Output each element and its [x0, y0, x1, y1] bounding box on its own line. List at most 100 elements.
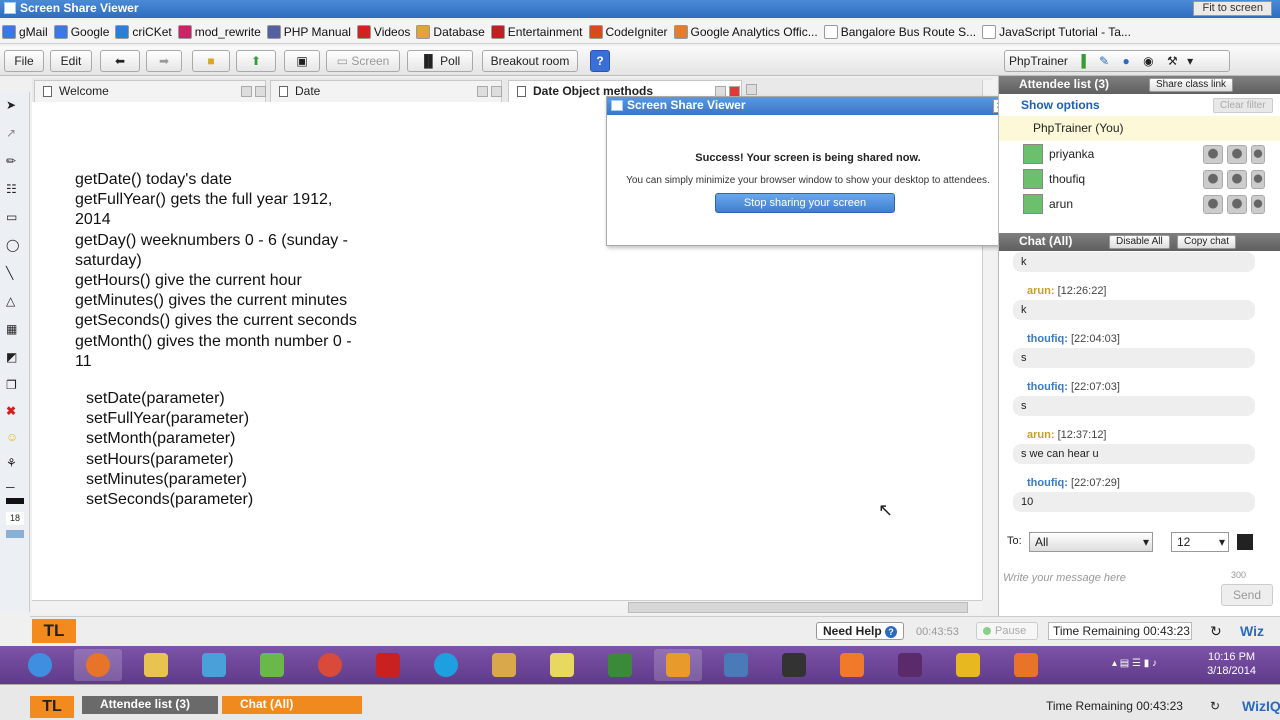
- attendee-row[interactable]: arun: [999, 192, 1280, 217]
- whiteboard-horizontal-scrollbar[interactable]: [32, 600, 982, 614]
- rectangle-tool-icon[interactable]: ▭: [6, 210, 24, 228]
- tab-menu-icon[interactable]: [477, 86, 488, 97]
- bookmark-item[interactable]: Database: [416, 24, 485, 39]
- show-options-link[interactable]: Show options: [1021, 98, 1100, 112]
- tab-menu-icon[interactable]: [241, 86, 252, 97]
- pen-toggle-icon[interactable]: [1251, 195, 1265, 214]
- edit-menu-button[interactable]: Edit: [50, 50, 92, 72]
- copy-chat-button[interactable]: Copy chat: [1177, 235, 1237, 249]
- scrollbar-thumb[interactable]: [628, 602, 968, 613]
- system-clock[interactable]: 10:16 PM 3/18/2014: [1207, 650, 1256, 678]
- taskbar-app[interactable]: [422, 649, 470, 681]
- taskbar-app[interactable]: [770, 649, 818, 681]
- screen-button[interactable]: ▭ Screen: [326, 50, 400, 72]
- tab-close-icon[interactable]: [491, 86, 502, 97]
- webcam-icon[interactable]: ◉: [1143, 54, 1153, 68]
- eraser-tool-icon[interactable]: ❐: [6, 378, 24, 396]
- table-tool-icon[interactable]: ▦: [6, 322, 24, 340]
- pen-toggle-icon[interactable]: [1251, 170, 1265, 189]
- tab-close-icon[interactable]: [255, 86, 266, 97]
- redo-button[interactable]: ➡: [146, 50, 182, 72]
- upload-button[interactable]: ⬆: [236, 50, 276, 72]
- taskbar-app[interactable]: [596, 649, 644, 681]
- bookmark-item[interactable]: Google: [53, 24, 109, 39]
- recipient-select[interactable]: All ▾: [1029, 532, 1153, 552]
- help-button[interactable]: ?: [590, 50, 610, 72]
- bookmark-item[interactable]: Bangalore Bus Route S...: [823, 24, 976, 39]
- taskbar-app[interactable]: [132, 649, 180, 681]
- taskbar-app[interactable]: [480, 649, 528, 681]
- taskbar-app[interactable]: [364, 649, 412, 681]
- fill-tool-icon[interactable]: ⚘: [6, 456, 24, 474]
- taskbar-app[interactable]: [944, 649, 992, 681]
- line-weight-icon[interactable]: ─: [6, 480, 24, 498]
- brush-size-value[interactable]: 18: [6, 512, 24, 525]
- text-tool-icon[interactable]: ☷: [6, 182, 24, 200]
- taskbar-app[interactable]: [16, 649, 64, 681]
- taskbar-app[interactable]: [74, 649, 122, 681]
- attendee-list-tab[interactable]: Attendee list (3): [82, 696, 218, 714]
- taskbar-app[interactable]: [654, 649, 702, 681]
- taskbar-app[interactable]: [1002, 649, 1050, 681]
- color-swatch[interactable]: [6, 498, 24, 504]
- taskbar-app[interactable]: [886, 649, 934, 681]
- smiley-tool-icon[interactable]: ☺: [6, 430, 24, 448]
- need-help-button[interactable]: Need Help ?: [816, 622, 905, 640]
- open-folder-button[interactable]: ■: [192, 50, 230, 72]
- dropdown-icon[interactable]: ▾: [1187, 54, 1193, 68]
- tray-icons[interactable]: ▴ ▤ ☰ ▮ ♪: [1112, 658, 1157, 669]
- add-tab-icon[interactable]: [746, 84, 757, 95]
- record-button[interactable]: ▣: [284, 50, 320, 72]
- attendee-row[interactable]: priyanka: [999, 142, 1280, 167]
- microphone-icon[interactable]: ●: [1123, 54, 1130, 68]
- taskbar-app[interactable]: [248, 649, 296, 681]
- taskbar-app[interactable]: [190, 649, 238, 681]
- tab-date[interactable]: Date: [270, 80, 502, 102]
- ellipse-tool-icon[interactable]: ◯: [6, 238, 24, 256]
- file-menu-button[interactable]: File: [4, 50, 44, 72]
- bookmark-item[interactable]: Google Analytics Offic...: [673, 24, 818, 39]
- font-size-select[interactable]: 12 ▾: [1171, 532, 1229, 552]
- pen-icon[interactable]: ✎: [1099, 54, 1109, 68]
- webcam-toggle-icon[interactable]: [1203, 170, 1223, 189]
- breakout-room-button[interactable]: Breakout room: [482, 50, 578, 72]
- pointer-tool-icon[interactable]: ➤: [6, 98, 24, 116]
- clear-filter-button[interactable]: Clear filter: [1213, 98, 1273, 113]
- webcam-toggle-icon[interactable]: [1203, 195, 1223, 214]
- chat-tab[interactable]: Chat (All): [222, 696, 362, 714]
- bookmark-item[interactable]: criCKet: [115, 24, 172, 39]
- message-input[interactable]: Write your message here: [1003, 572, 1126, 584]
- microphone-toggle-icon[interactable]: [1227, 195, 1247, 214]
- bookmark-item[interactable]: Entertainment: [490, 24, 583, 39]
- taskbar-app[interactable]: [828, 649, 876, 681]
- stop-sharing-button[interactable]: Stop sharing your screen: [715, 193, 895, 213]
- delete-tool-icon[interactable]: ✖: [6, 404, 24, 422]
- refresh-icon[interactable]: ↻: [1210, 623, 1222, 640]
- share-class-link-button[interactable]: Share class link: [1149, 78, 1234, 92]
- send-button[interactable]: Send: [1221, 584, 1273, 606]
- pencil-tool-icon[interactable]: ✏: [6, 154, 24, 172]
- triangle-tool-icon[interactable]: △: [6, 294, 24, 312]
- bookmark-item[interactable]: mod_rewrite: [177, 24, 261, 39]
- shape-tool-icon[interactable]: ◩: [6, 350, 24, 368]
- tab-welcome[interactable]: Welcome: [34, 80, 266, 102]
- line-tool-icon[interactable]: ╲: [6, 266, 24, 284]
- refresh-icon[interactable]: ↻: [1210, 699, 1220, 713]
- poll-button[interactable]: ▐▌ Poll: [407, 50, 473, 72]
- bookmark-item[interactable]: CodeIgniter: [588, 24, 668, 39]
- microphone-toggle-icon[interactable]: [1227, 145, 1247, 164]
- disable-all-button[interactable]: Disable All: [1109, 235, 1170, 249]
- bookmark-item[interactable]: Videos: [356, 24, 410, 39]
- taskbar-app[interactable]: [306, 649, 354, 681]
- bookmark-item[interactable]: gMail: [2, 24, 48, 39]
- text-color-swatch[interactable]: [1237, 534, 1253, 550]
- taskbar-app[interactable]: [538, 649, 586, 681]
- undo-button[interactable]: ⬅: [100, 50, 140, 72]
- webcam-toggle-icon[interactable]: [1203, 145, 1223, 164]
- select-tool-icon[interactable]: ↗: [6, 126, 24, 144]
- attendee-row[interactable]: thoufiq: [999, 167, 1280, 192]
- settings-icon[interactable]: ⚒: [1167, 54, 1178, 68]
- fit-to-screen-button[interactable]: Fit to screen: [1193, 1, 1272, 16]
- bookmark-item[interactable]: PHP Manual: [266, 24, 351, 39]
- pen-toggle-icon[interactable]: [1251, 145, 1265, 164]
